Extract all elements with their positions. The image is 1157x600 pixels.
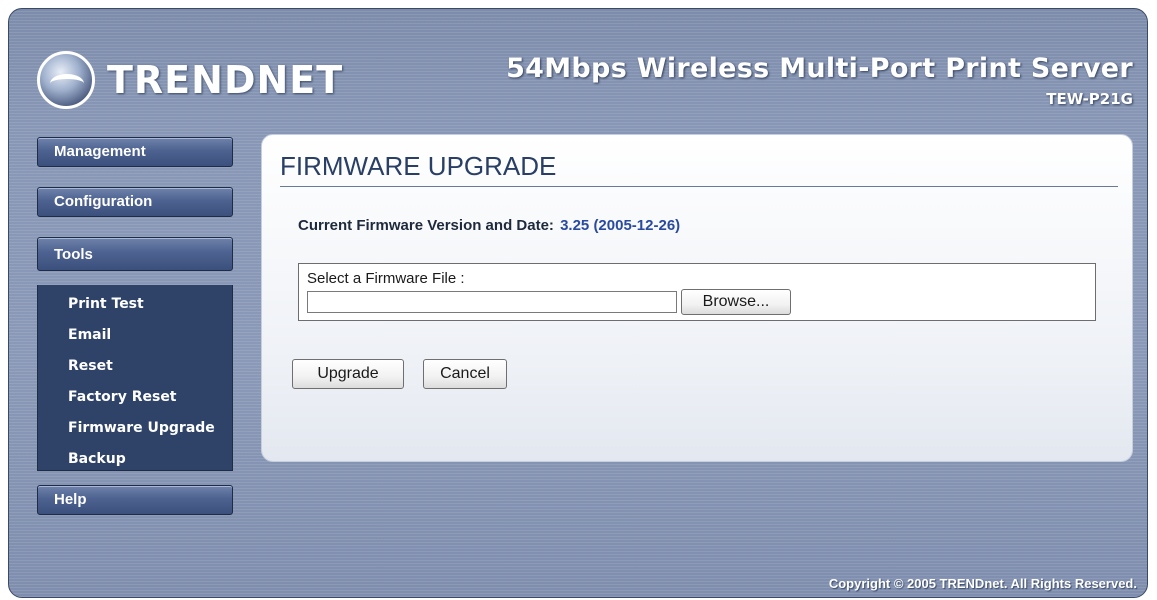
submenu-reset[interactable]: Reset xyxy=(38,351,232,382)
submenu-backup[interactable]: Backup xyxy=(38,444,232,475)
trendnet-logo: TRENDNET xyxy=(37,49,343,111)
firmware-label: Current Firmware Version and Date: xyxy=(298,217,554,234)
copyright-text: Copyright © 2005 TRENDnet. All Rights Re… xyxy=(828,576,1137,591)
sidebar-item-help[interactable]: Help xyxy=(37,485,233,515)
submenu-firmware-upgrade[interactable]: Firmware Upgrade xyxy=(38,413,232,444)
sidebar-item-tools[interactable]: Tools xyxy=(37,237,233,271)
cancel-button[interactable]: Cancel xyxy=(423,359,507,389)
sidebar-item-configuration[interactable]: Configuration xyxy=(37,187,233,217)
main-panel: FIRMWARE UPGRADE Current Firmware Versio… xyxy=(261,134,1133,462)
product-header: 54Mbps Wireless Multi-Port Print Server … xyxy=(506,53,1133,108)
browse-button[interactable]: Browse... xyxy=(681,289,791,315)
file-select-group: Select a Firmware File : Browse... xyxy=(298,263,1096,321)
tools-submenu: Print Test Email Reset Factory Reset Fir… xyxy=(37,285,233,471)
firmware-file-input[interactable] xyxy=(307,291,677,313)
logo-globe-icon xyxy=(37,51,95,109)
sidebar-item-management[interactable]: Management xyxy=(37,137,233,167)
submenu-factory-reset[interactable]: Factory Reset xyxy=(38,382,232,413)
brand-name: TRENDNET xyxy=(107,58,344,102)
page-title: FIRMWARE UPGRADE xyxy=(280,151,1118,187)
product-name: 54Mbps Wireless Multi-Port Print Server xyxy=(506,53,1133,84)
submenu-email[interactable]: Email xyxy=(38,320,232,351)
upgrade-button[interactable]: Upgrade xyxy=(292,359,404,389)
submenu-print-test[interactable]: Print Test xyxy=(38,289,232,320)
firmware-version: 3.25 (2005-12-26) xyxy=(560,217,681,234)
app-frame: TRENDNET 54Mbps Wireless Multi-Port Prin… xyxy=(8,8,1148,598)
model-number: TEW-P21G xyxy=(1046,90,1133,108)
firmware-info: Current Firmware Version and Date: 3.25 … xyxy=(298,217,680,234)
file-select-label: Select a Firmware File : xyxy=(307,270,465,287)
